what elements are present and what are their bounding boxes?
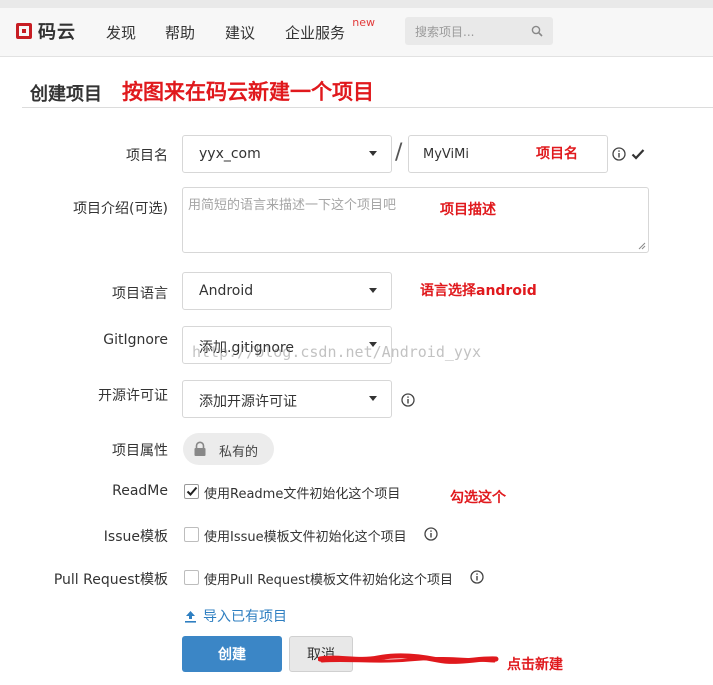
project-name-input[interactable]: MyViMi	[408, 135, 608, 173]
header-divider	[22, 107, 713, 108]
page-header: 创建项目 按图来在码云新建一个项目	[22, 76, 712, 106]
header-annotation: 按图来在码云新建一个项目	[122, 80, 374, 104]
pull-request-template-label: Pull Request模板	[53, 572, 168, 588]
logo-text: 码云	[38, 22, 76, 43]
check-icon	[631, 149, 645, 160]
pull-request-template-checkbox[interactable]	[184, 570, 199, 585]
info-icon[interactable]	[424, 527, 438, 541]
issue-template-label: Issue模板	[103, 529, 168, 545]
owner-select[interactable]: yyx_com	[182, 135, 392, 173]
language-select-value: Android	[199, 283, 254, 299]
license-select-value: 添加开源许可证	[199, 394, 297, 410]
project-name-value: MyViMi	[423, 147, 469, 162]
readme-checkbox-text: 使用Readme文件初始化这个项目	[204, 487, 401, 502]
logo-icon	[16, 23, 32, 39]
description-label: 项目介绍(可选)	[73, 201, 168, 217]
nav-item-discover[interactable]: 发现	[106, 22, 136, 43]
nav-item-help[interactable]: 帮助	[165, 22, 195, 43]
checkbox-check-icon	[186, 486, 198, 496]
language-label: 项目语言	[112, 286, 168, 302]
description-textarea[interactable]: 用简短的语言来描述一下这个项目吧	[182, 187, 649, 253]
top-navbar: 码云 发现 帮助 建议 企业服务 new 搜索项目...	[0, 8, 713, 57]
chevron-down-icon	[369, 396, 377, 401]
info-icon[interactable]	[401, 393, 415, 407]
info-icon[interactable]	[612, 147, 626, 161]
license-label: 开源许可证	[98, 388, 168, 404]
owner-select-value: yyx_com	[199, 146, 261, 162]
chevron-down-icon	[369, 288, 377, 293]
language-annotation: 语言选择android	[420, 283, 537, 299]
pull-request-template-checkbox-text: 使用Pull Request模板文件初始化这个项目	[204, 573, 454, 588]
resize-handle-icon[interactable]	[638, 242, 646, 250]
upload-icon	[185, 610, 196, 623]
description-placeholder: 用简短的语言来描述一下这个项目吧	[188, 198, 397, 213]
info-icon[interactable]	[470, 570, 484, 584]
create-button[interactable]: 创建	[182, 636, 282, 672]
search-input[interactable]: 搜索项目...	[405, 17, 553, 45]
project-name-label: 项目名	[126, 148, 168, 164]
visibility-value: 私有的	[219, 445, 259, 460]
chevron-down-icon	[369, 151, 377, 156]
license-select[interactable]: 添加开源许可证	[182, 380, 392, 418]
create-annotation: 点击新建	[507, 657, 563, 673]
readme-checkbox[interactable]	[184, 484, 199, 499]
watermark: http://blog.csdn.net/Android_yyx	[192, 343, 481, 361]
visibility-toggle[interactable]: 私有的	[183, 433, 274, 465]
visibility-label: 项目属性	[112, 443, 168, 459]
nav-item-enterprise[interactable]: 企业服务 new	[285, 16, 375, 43]
description-annotation: 项目描述	[440, 202, 496, 218]
page-title: 创建项目	[30, 84, 102, 105]
red-scribble-mark	[318, 653, 499, 664]
path-separator: /	[395, 140, 403, 165]
gitignore-label: GitIgnore	[103, 332, 168, 348]
import-existing-project-link[interactable]: 导入已有项目	[184, 606, 287, 626]
readme-annotation: 勾选这个	[450, 490, 506, 506]
nav-item-enterprise-label: 企业服务	[285, 24, 346, 42]
project-name-annotation: 项目名	[536, 146, 578, 162]
nav-item-suggest[interactable]: 建议	[225, 22, 255, 43]
search-placeholder: 搜索项目...	[415, 25, 475, 39]
browser-top-strip	[0, 0, 713, 8]
logo[interactable]: 码云	[16, 20, 76, 43]
import-link-label: 导入已有项目	[203, 609, 287, 625]
lock-icon	[194, 441, 206, 456]
language-select[interactable]: Android	[182, 272, 392, 310]
readme-label: ReadMe	[112, 483, 168, 499]
issue-template-checkbox[interactable]	[184, 527, 199, 542]
new-badge: new	[352, 16, 376, 29]
issue-template-checkbox-text: 使用Issue模板文件初始化这个项目	[204, 530, 407, 545]
search-icon[interactable]	[531, 25, 543, 37]
